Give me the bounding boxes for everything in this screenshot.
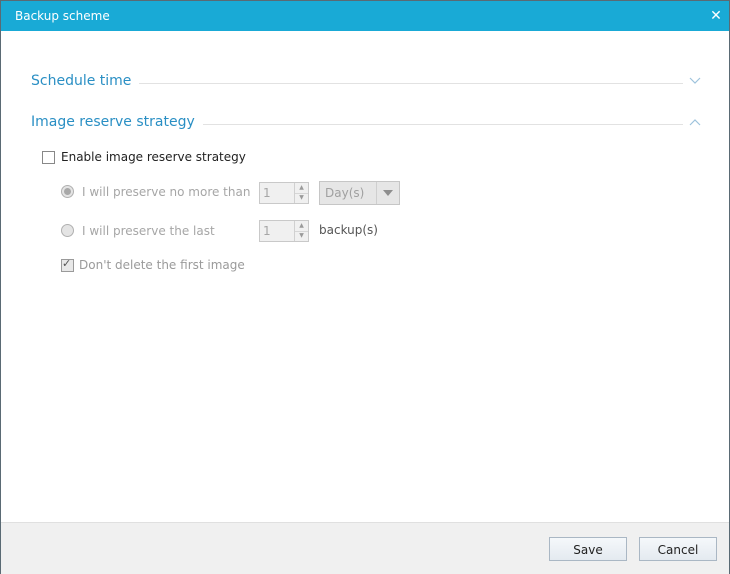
radio-dot	[64, 188, 71, 195]
preserve-no-more-than-label: I will preserve no more than	[82, 185, 251, 199]
stepper-down-icon[interactable]: ▼	[295, 231, 308, 241]
stepper-value: 1	[263, 224, 271, 238]
check-icon: ✓	[62, 257, 72, 270]
backup-scheme-dialog: Backup scheme ✕ Schedule time Image rese…	[0, 0, 730, 574]
dialog-footer: Save Cancel	[1, 522, 729, 574]
save-button[interactable]: Save	[549, 537, 627, 561]
preserve-last-radio[interactable]	[61, 224, 74, 237]
backups-unit-label: backup(s)	[319, 223, 378, 237]
cancel-button[interactable]: Cancel	[639, 537, 717, 561]
stepper-value: 1	[263, 186, 271, 200]
keep-first-image-checkbox[interactable]: ✓	[61, 257, 74, 272]
unit-select-value: Day(s)	[325, 186, 365, 200]
title-bar[interactable]: Backup scheme ✕	[1, 1, 729, 31]
unit-select[interactable]: Day(s)	[319, 181, 400, 205]
dropdown-arrow-icon[interactable]	[376, 182, 399, 204]
chevron-down-icon[interactable]	[689, 75, 701, 87]
enable-strategy-label: Enable image reserve strategy	[61, 150, 246, 164]
section-title-reserve: Image reserve strategy	[31, 114, 203, 130]
stepper-down-icon[interactable]: ▼	[295, 193, 308, 203]
close-icon[interactable]: ✕	[707, 7, 725, 25]
section-schedule-time[interactable]: Schedule time	[31, 73, 701, 93]
chevron-up-icon[interactable]	[689, 116, 701, 128]
preserve-no-more-than-radio[interactable]	[61, 185, 74, 198]
preserve-days-stepper[interactable]: 1 ▲ ▼	[259, 182, 309, 204]
window-title: Backup scheme	[15, 9, 110, 23]
section-title-schedule: Schedule time	[31, 73, 140, 89]
preserve-last-label: I will preserve the last	[82, 224, 215, 238]
section-image-reserve[interactable]: Image reserve strategy	[31, 114, 701, 134]
preserve-backups-stepper[interactable]: 1 ▲ ▼	[259, 220, 309, 242]
enable-strategy-checkbox[interactable]	[42, 151, 55, 164]
keep-first-image-label: Don't delete the first image	[79, 258, 245, 272]
